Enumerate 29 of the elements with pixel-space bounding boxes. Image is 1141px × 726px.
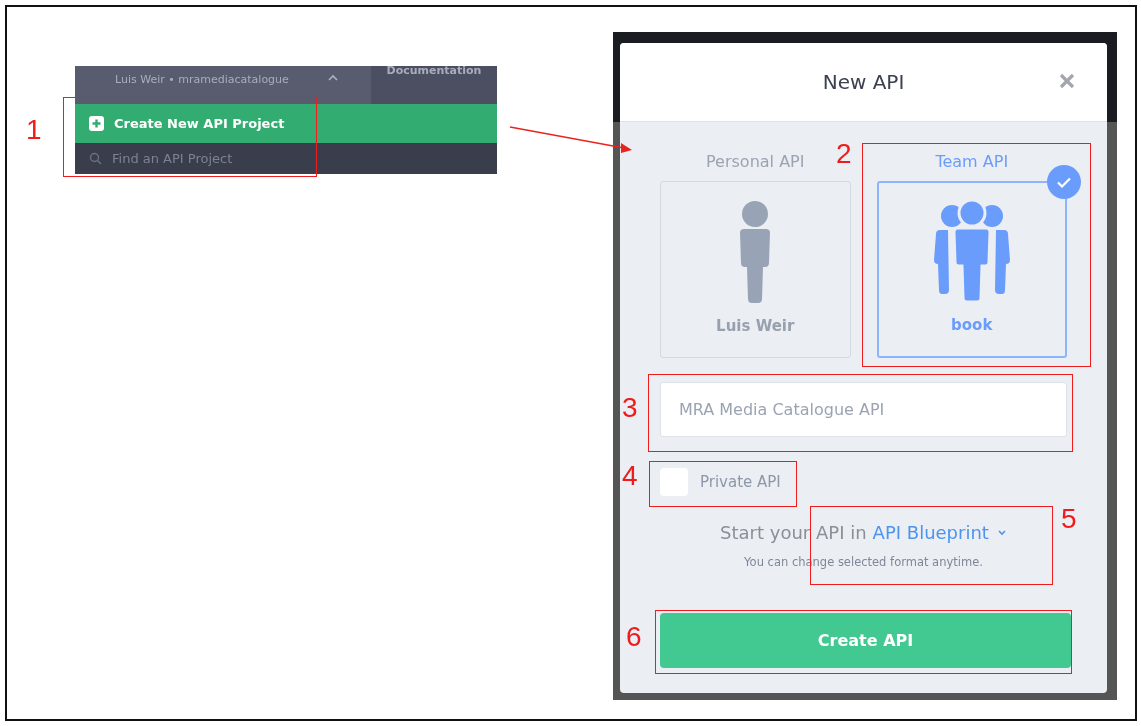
create-api-button[interactable]: Create API <box>660 613 1071 668</box>
annotation-number: 3 <box>622 394 638 422</box>
chevron-up-icon <box>326 74 339 82</box>
account-option-card[interactable]: book <box>876 181 1067 358</box>
format-prompt: Start your API in <box>720 522 867 543</box>
close-icon[interactable] <box>1059 73 1075 89</box>
annotation-number: 4 <box>622 462 638 490</box>
plus-icon <box>89 116 104 132</box>
search-icon <box>89 152 102 166</box>
group-icon <box>931 200 1012 302</box>
sidebar-item[interactable]: Find an API Project <box>75 143 497 174</box>
account-name: Luis Weir <box>716 317 795 335</box>
account-subtitle: Luis Weir • mramediacatalogue <box>114 73 289 88</box>
annotation-number: 6 <box>626 623 642 651</box>
sidebar-item[interactable]: Create New API Project <box>75 104 497 144</box>
dialog-title: New API <box>822 70 905 94</box>
annotation-number: 1 <box>26 116 42 144</box>
documentation-tab[interactable]: Documentation <box>371 66 497 104</box>
annotation-number: 2 <box>836 140 852 168</box>
annotation-number: 5 <box>1061 505 1077 533</box>
format-dropdown[interactable]: API Blueprint <box>872 522 1007 543</box>
chevron-down-icon <box>996 529 1007 536</box>
account-option-card[interactable]: Luis Weir <box>660 181 851 358</box>
api-name-field[interactable]: MRA Media Catalogue API <box>660 382 1067 437</box>
checkmark-badge-icon <box>1047 165 1081 199</box>
checkbox-label: Private API <box>700 473 781 491</box>
account-name: book <box>951 316 993 334</box>
option-heading: Personal API <box>706 152 805 171</box>
option-heading: Team API <box>935 152 1009 171</box>
